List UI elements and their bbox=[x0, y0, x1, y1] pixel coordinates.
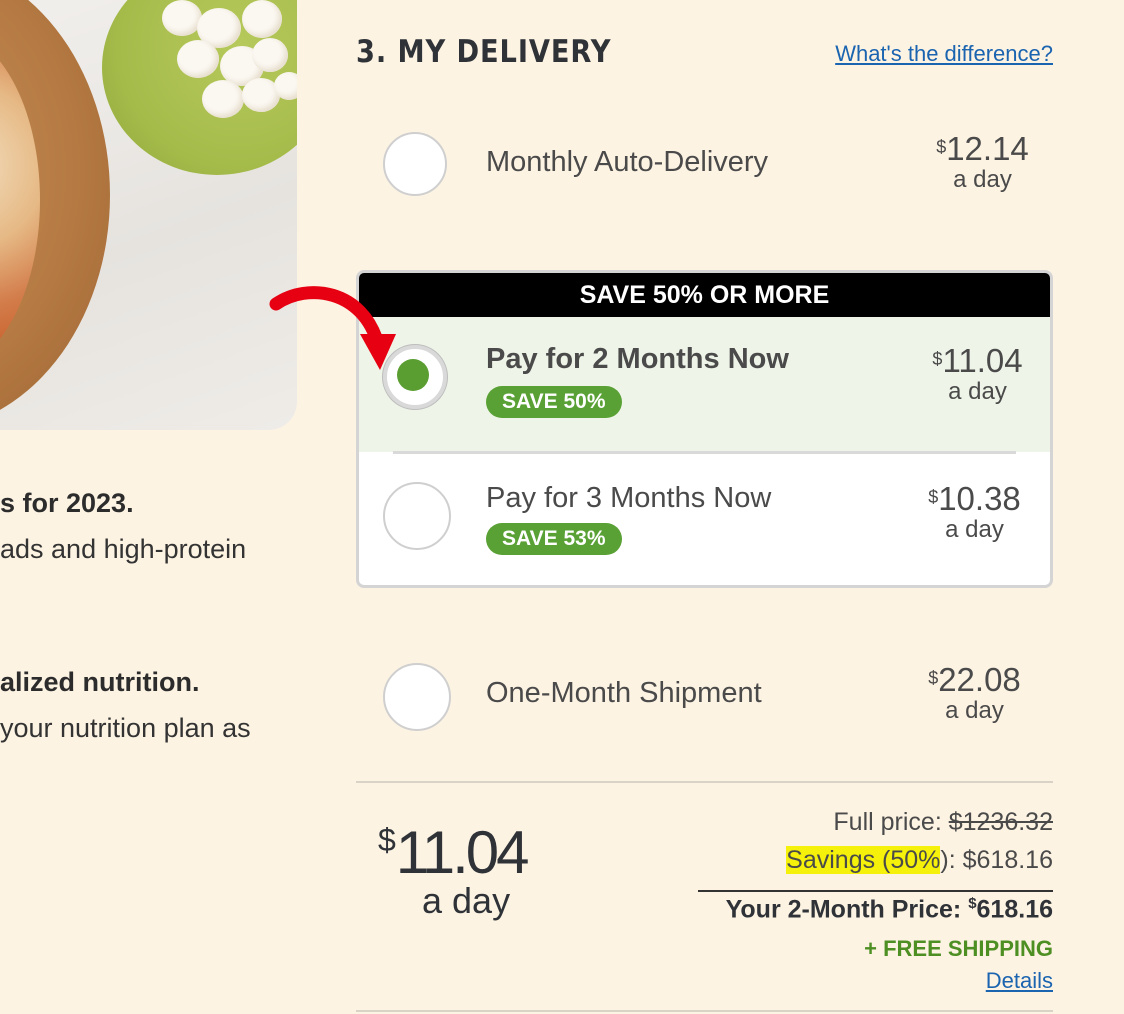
left-heading-1: s for 2023. bbox=[0, 488, 134, 518]
left-body-2: your nutrition plan as bbox=[0, 713, 251, 743]
option-price: $11.04 a day bbox=[932, 342, 1023, 406]
daily-price-large: $11.04 bbox=[378, 819, 529, 886]
food-photo bbox=[0, 0, 297, 430]
option-price: $12.14 a day bbox=[936, 130, 1029, 194]
full-price-line: Full price: $1236.32 bbox=[833, 808, 1053, 836]
popcorn-bowl bbox=[102, 0, 297, 175]
left-body-1: ads and high-protein bbox=[0, 534, 247, 564]
summary-divider-top bbox=[356, 781, 1053, 783]
summary-divider-bottom bbox=[356, 1010, 1053, 1012]
radio-monthly-auto-delivery[interactable] bbox=[383, 132, 447, 196]
red-arrow-icon bbox=[269, 286, 396, 370]
option-label: One-Month Shipment bbox=[486, 677, 762, 709]
option-label: Pay for 2 Months Now bbox=[486, 343, 789, 375]
total-price-line: Your 2-Month Price: $618.16 bbox=[725, 895, 1053, 924]
radio-selected-dot bbox=[397, 359, 429, 391]
details-link[interactable]: Details bbox=[986, 968, 1053, 994]
free-shipping-label: + FREE SHIPPING bbox=[864, 936, 1053, 961]
option-label: Monthly Auto-Delivery bbox=[486, 146, 769, 178]
savings-line: Savings (50%): $618.16 bbox=[786, 846, 1053, 874]
option-price: $22.08 a day bbox=[928, 661, 1021, 725]
savings-highlight: Savings (50% bbox=[786, 846, 941, 874]
total-rule bbox=[698, 890, 1053, 892]
radio-pay-3-months[interactable] bbox=[383, 482, 451, 550]
radio-one-month-shipment[interactable] bbox=[383, 663, 451, 731]
section-title: 3. MY DELIVERY bbox=[356, 34, 612, 70]
save-badge: SAVE 53% bbox=[486, 523, 622, 555]
daily-price-unit: a day bbox=[422, 880, 511, 921]
option-divider bbox=[393, 451, 1016, 454]
full-price-strikethrough: $1236.32 bbox=[948, 808, 1053, 836]
promo-banner: SAVE 50% OR MORE bbox=[359, 273, 1050, 317]
option-price: $10.38 a day bbox=[928, 480, 1021, 544]
whats-the-difference-link[interactable]: What's the difference? bbox=[835, 41, 1053, 67]
option-label: Pay for 3 Months Now bbox=[486, 482, 772, 514]
save-badge: SAVE 50% bbox=[486, 386, 622, 418]
left-heading-2: alized nutrition. bbox=[0, 667, 200, 697]
